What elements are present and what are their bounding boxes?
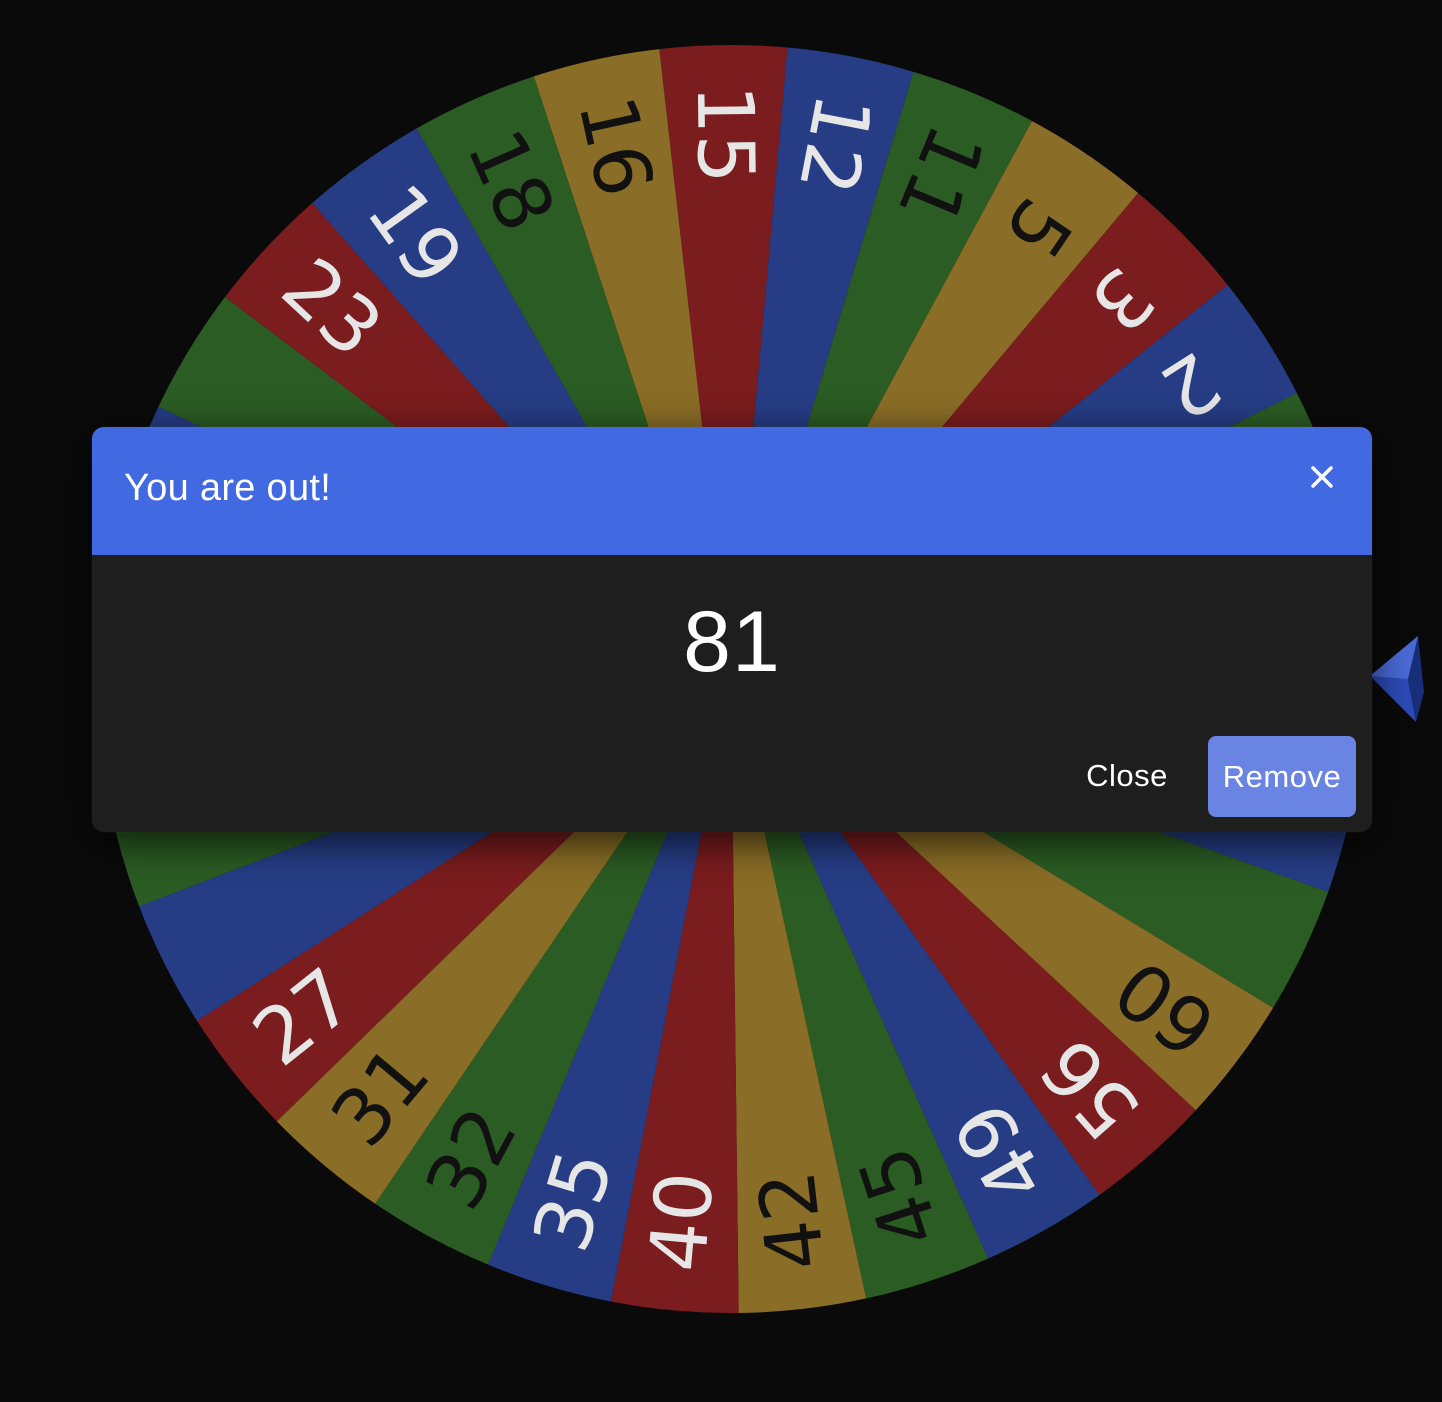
result-dialog: You are out! 81 Close Remove <box>92 427 1372 832</box>
wheel-segment-label: 12 <box>781 87 888 202</box>
close-button[interactable]: Close <box>1074 737 1180 815</box>
wheel-segment-label: 40 <box>633 1168 731 1275</box>
remove-button[interactable]: Remove <box>1208 736 1356 817</box>
wheel-pointer-icon <box>1370 636 1424 722</box>
dialog-title: You are out! <box>124 467 332 509</box>
wheel-segment-label: 15 <box>679 84 770 184</box>
result-value: 81 <box>683 594 781 690</box>
wheel-segment-label: 42 <box>742 1166 843 1275</box>
close-icon[interactable] <box>1302 457 1342 497</box>
dialog-header: You are out! <box>92 427 1372 555</box>
wheel-app: 15 12 11 5 3 2 60 56 49 45 42 40 35 32 31 27 23 19 18 16 Yo… <box>0 0 1442 1402</box>
dialog-body: 81 Close Remove <box>92 555 1372 832</box>
